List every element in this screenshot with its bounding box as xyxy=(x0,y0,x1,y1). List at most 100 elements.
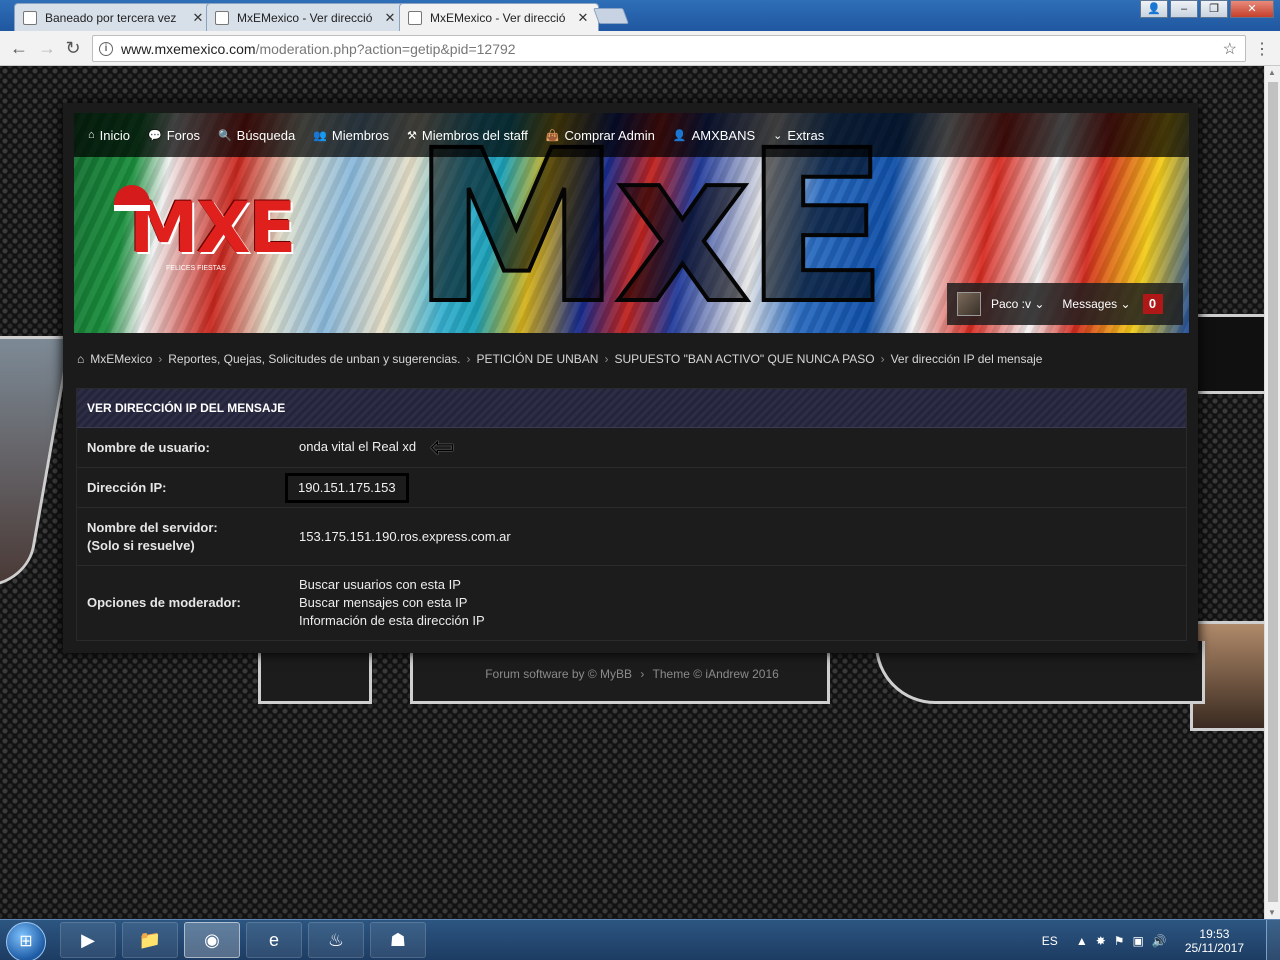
footer-theme-link[interactable]: Theme © iAndrew 2016 xyxy=(653,667,779,681)
user-shield-icon: 👤 xyxy=(672,129,687,142)
nav-item-busqueda[interactable]: 🔍 Búsqueda xyxy=(218,128,295,143)
footer-software-link[interactable]: Forum software by © MyBB xyxy=(485,667,632,681)
shopping-bag-icon: 👜 xyxy=(545,129,560,142)
chrome-icon[interactable]: ◉ xyxy=(184,922,240,958)
breadcrumb-link[interactable]: PETICIÓN DE UNBAN xyxy=(476,352,598,366)
footer-separator-icon: › xyxy=(640,667,645,681)
avatar[interactable] xyxy=(957,292,981,316)
close-tab-icon[interactable]: ✕ xyxy=(576,10,590,26)
internet-explorer-icon[interactable]: e xyxy=(246,922,302,958)
nav-item-comprar-admin[interactable]: 👜 Comprar Admin xyxy=(546,128,655,143)
minimize-button[interactable]: – xyxy=(1170,0,1198,18)
site-info-icon[interactable]: i xyxy=(99,41,113,56)
network-icon[interactable]: ▣ xyxy=(1133,934,1144,948)
scrollbar-thumb[interactable] xyxy=(1268,82,1278,902)
breadcrumb: ⌂ MxEMexico › Reportes, Quejas, Solicitu… xyxy=(77,352,1042,366)
search-users-by-ip-link[interactable]: Buscar usuarios con esta IP xyxy=(299,576,1186,594)
url-path: /moderation.php?action=getip&pid=12792 xyxy=(255,40,516,57)
browser-tab-active[interactable]: MxEMexico - Ver direcció ✕ xyxy=(399,3,599,31)
page-footer: Forum software by © MyBB › Theme © iAndr… xyxy=(0,667,1264,681)
users-icon: 👥 xyxy=(313,129,327,142)
browser-toolbar: ← → ↻ i www.mxemexico.com/moderation.php… xyxy=(0,31,1280,66)
browser-menu-icon[interactable]: ⋮ xyxy=(1254,39,1270,59)
back-arrow-icon[interactable]: ← xyxy=(8,37,30,59)
ip-info-link[interactable]: Información de esta dirección IP xyxy=(299,612,1186,630)
breadcrumb-separator-icon: › xyxy=(880,352,885,366)
arrow-left-icon: ⇦ xyxy=(429,430,455,464)
gavel-icon: ⚒ xyxy=(407,129,417,142)
nav-item-staff[interactable]: ⚒ Miembros del staff xyxy=(407,128,528,143)
background-art xyxy=(1190,314,1264,394)
address-bar[interactable]: i www.mxemexico.com/moderation.php?actio… xyxy=(92,35,1246,62)
antivirus-icon[interactable]: ✸ xyxy=(1096,934,1106,948)
counter-strike-icon[interactable]: ☗ xyxy=(370,922,426,958)
nav-item-extras[interactable]: ⌄ Extras xyxy=(773,128,824,143)
nav-label: Miembros xyxy=(331,127,389,143)
user-panel: Paco :v ⌄ Messages ⌄ 0 xyxy=(947,283,1183,325)
url-host: www.mxemexico.com xyxy=(121,40,256,57)
breadcrumb-link[interactable]: SUPUESTO "BAN ACTIVO" QUE NUNCA PASO xyxy=(614,352,874,366)
close-tab-icon[interactable]: ✕ xyxy=(191,10,205,26)
media-player-icon[interactable]: ▶ xyxy=(60,922,116,958)
clock-date: 25/11/2017 xyxy=(1184,940,1244,955)
steam-icon[interactable]: ♨ xyxy=(308,922,364,958)
messages-menu-button[interactable]: Messages ⌄ xyxy=(1062,297,1130,311)
browser-tabstrip: Baneado por tercera vez ✕ MxEMexico - Ve… xyxy=(0,0,1280,31)
server-label: Nombre del servidor: (Solo si resuelve) xyxy=(77,519,299,555)
maximize-button[interactable]: ❐ xyxy=(1200,0,1228,18)
show-desktop-button[interactable] xyxy=(1266,920,1280,960)
action-center-flag-icon[interactable]: ⚑ xyxy=(1114,934,1125,948)
home-icon: ⌂ xyxy=(77,352,85,366)
search-posts-by-ip-link[interactable]: Buscar mensajes con esta IP xyxy=(299,594,1186,612)
username-row: Nombre de usuario: onda vital el Real xd… xyxy=(77,428,1186,468)
system-tray: ES ▲ ✸ ⚑ ▣ 🔊 19:53 25/11/2017 xyxy=(1042,920,1280,960)
reload-icon[interactable]: ↻ xyxy=(62,37,84,59)
bookmark-star-icon[interactable]: ☆ xyxy=(1223,39,1237,59)
language-indicator[interactable]: ES xyxy=(1042,934,1058,948)
user-menu-button[interactable]: Paco :v ⌄ xyxy=(991,297,1044,311)
breadcrumb-link[interactable]: Reportes, Quejas, Solicitudes de unban y… xyxy=(168,352,460,366)
browser-tab[interactable]: MxEMexico - Ver direcció ✕ xyxy=(206,3,406,31)
forward-arrow-icon[interactable]: → xyxy=(36,37,58,59)
chevron-down-icon: ⌄ xyxy=(773,129,783,142)
close-window-button[interactable]: ✕ xyxy=(1230,0,1274,18)
clock[interactable]: 19:53 25/11/2017 xyxy=(1185,927,1244,955)
ip-value-cell: 190.151.175.153 xyxy=(285,472,1186,503)
nav-item-inicio[interactable]: ⌂ Inicio xyxy=(88,128,130,143)
forum-container: ⌂ Inicio 💬 Foros 🔍 Búsqueda 👥 Miembros ⚒ xyxy=(63,103,1198,653)
new-tab-button[interactable] xyxy=(593,8,629,24)
nav-label: Búsqueda xyxy=(236,127,296,143)
page-favicon-icon xyxy=(408,10,422,25)
nav-item-amxbans[interactable]: 👤 AMXBANS xyxy=(673,128,755,143)
scroll-up-icon[interactable]: ▲ xyxy=(1268,68,1276,77)
close-tab-icon[interactable]: ✕ xyxy=(383,10,397,26)
browser-tab[interactable]: Baneado por tercera vez ✕ xyxy=(14,3,214,31)
comments-icon: 💬 xyxy=(148,129,162,142)
user-profile-icon[interactable]: 👤 xyxy=(1140,0,1168,18)
nav-item-foros[interactable]: 💬 Foros xyxy=(148,128,200,143)
page-favicon-icon xyxy=(215,10,229,25)
start-button[interactable]: ⊞ xyxy=(6,922,46,960)
message-count-badge[interactable]: 0 xyxy=(1142,294,1163,314)
scroll-down-icon[interactable]: ▼ xyxy=(1268,908,1276,917)
page-viewport: ⌂ Inicio 💬 Foros 🔍 Búsqueda 👥 Miembros ⚒ xyxy=(0,66,1264,919)
window-controls: 👤 – ❐ ✕ xyxy=(1140,0,1274,18)
home-icon: ⌂ xyxy=(88,129,95,141)
breadcrumb-current: Ver dirección IP del mensaje xyxy=(890,352,1043,366)
tab-title: MxEMexico - Ver direcció xyxy=(430,10,566,25)
server-row: Nombre del servidor: (Solo si resuelve) … xyxy=(77,508,1186,566)
windows-taskbar: ⊞ ▶ 📁 ◉ e ♨ ☗ ES ▲ ✸ ⚑ ▣ 🔊 19:53 25/11/2… xyxy=(0,919,1280,960)
site-logo[interactable]: MXE xyxy=(129,187,296,269)
background-art xyxy=(0,336,73,586)
breadcrumb-link[interactable]: MxEMexico xyxy=(90,352,152,366)
nav-item-miembros[interactable]: 👥 Miembros xyxy=(313,128,389,143)
file-explorer-icon[interactable]: 📁 xyxy=(122,922,178,958)
nav-label: Inicio xyxy=(99,127,131,143)
volume-icon[interactable]: 🔊 xyxy=(1152,934,1167,948)
tab-title: Baneado por tercera vez xyxy=(45,10,177,25)
show-hidden-icons-icon[interactable]: ▲ xyxy=(1076,934,1088,948)
username: Paco :v xyxy=(991,297,1032,311)
ip-value: 190.151.175.153 xyxy=(285,472,409,503)
vertical-scrollbar[interactable]: ▲ ▼ xyxy=(1264,66,1280,919)
nav-label: Comprar Admin xyxy=(564,127,655,143)
